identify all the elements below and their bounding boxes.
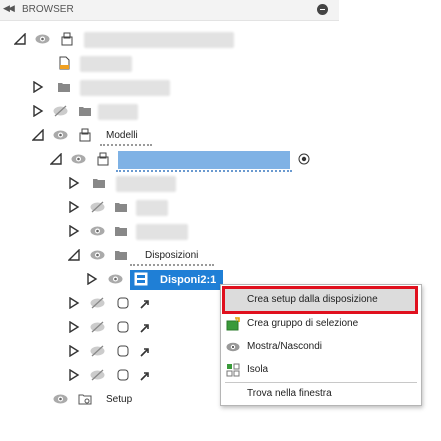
- expand-open-icon[interactable]: [14, 33, 26, 45]
- tree-row-modelli[interactable]: Modelli: [0, 124, 339, 148]
- blurred-name: [98, 104, 138, 120]
- eye-icon[interactable]: [108, 273, 123, 285]
- tree-row-active-model[interactable]: [0, 148, 339, 172]
- dotted-underline: [100, 142, 152, 146]
- body-icon: [117, 369, 129, 381]
- expand-closed-icon[interactable]: [68, 345, 80, 357]
- selection-group-icon: +: [226, 317, 240, 331]
- blurred-name: [80, 56, 132, 72]
- body-icon: [117, 321, 129, 333]
- menu-item-crea-gruppo[interactable]: + Crea gruppo di selezione: [221, 313, 421, 335]
- eye-icon[interactable]: [53, 393, 68, 405]
- menu-item-label: Crea gruppo di selezione: [247, 318, 359, 329]
- components-group-icon: [79, 128, 91, 142]
- menu-item-label: Crea setup dalla disposizione: [247, 294, 378, 305]
- blurred-name: [84, 32, 234, 48]
- link-arrow-icon: [140, 300, 149, 309]
- eye-hidden-icon[interactable]: [90, 201, 105, 213]
- document-icon: [59, 56, 70, 70]
- component-icon: [97, 152, 109, 166]
- menu-item-label: Trova nella finestra: [247, 388, 332, 399]
- folder-icon: [115, 203, 127, 212]
- expand-closed-icon[interactable]: [68, 177, 80, 189]
- context-menu: Crea setup dalla disposizione + Crea gru…: [220, 284, 422, 406]
- expand-closed-icon[interactable]: [32, 81, 44, 93]
- expand-open-icon[interactable]: [32, 129, 44, 141]
- expand-closed-icon[interactable]: [68, 321, 80, 333]
- eye-icon[interactable]: [71, 153, 86, 165]
- expand-open-icon[interactable]: [50, 153, 62, 165]
- eye-hidden-icon[interactable]: [90, 321, 105, 333]
- menu-item-crea-setup[interactable]: Crea setup dalla disposizione: [222, 286, 418, 314]
- menu-item-trova[interactable]: Trova nella finestra: [221, 383, 421, 405]
- link-arrow-icon: [140, 324, 149, 333]
- tree-row-root[interactable]: [0, 28, 339, 52]
- tree-label-setup: Setup: [106, 394, 133, 405]
- activate-radio-icon[interactable]: [298, 153, 310, 165]
- eye-hidden-icon[interactable]: [53, 105, 68, 117]
- blurred-name: [136, 200, 168, 216]
- collapse-panel-icon[interactable]: ◀◀: [3, 3, 15, 14]
- eye-icon: [226, 342, 240, 352]
- tree-label-selected: Disponi2:1: [160, 274, 217, 286]
- eye-hidden-icon[interactable]: [90, 297, 105, 309]
- minimize-icon[interactable]: [317, 4, 328, 15]
- expand-closed-icon[interactable]: [68, 297, 80, 309]
- svg-text:+: +: [235, 318, 239, 324]
- component-icon: [61, 32, 73, 46]
- body-icon: [117, 345, 129, 357]
- blurred-name: [116, 176, 176, 192]
- tree-row-hidden-folder[interactable]: [0, 100, 339, 124]
- body-icon: [117, 297, 129, 309]
- eye-hidden-icon[interactable]: [90, 345, 105, 357]
- folder-icon: [79, 107, 91, 116]
- expand-open-icon[interactable]: [68, 249, 80, 261]
- blurred-name: [136, 224, 188, 240]
- link-arrow-icon: [140, 372, 149, 381]
- dotted-underline: [130, 262, 214, 266]
- eye-icon[interactable]: [90, 249, 105, 261]
- eye-icon[interactable]: [90, 225, 105, 237]
- blurred-name: [80, 80, 170, 96]
- menu-item-label: Mostra/Nascondi: [247, 341, 323, 352]
- tree-row-hidden-folder[interactable]: [0, 196, 339, 220]
- eye-icon[interactable]: [53, 129, 68, 141]
- browser-title: BROWSER: [22, 4, 74, 15]
- expand-closed-icon[interactable]: [86, 273, 98, 285]
- isolate-icon: [226, 363, 240, 377]
- tree-label-modelli: Modelli: [106, 130, 138, 141]
- arrangement-icon: [134, 272, 148, 286]
- tree-row-disposizioni[interactable]: Disposizioni: [0, 244, 339, 268]
- menu-item-isola[interactable]: Isola: [221, 359, 421, 381]
- folder-icon: [115, 227, 127, 236]
- folder-icon: [58, 83, 70, 92]
- tree-row-folder[interactable]: [0, 76, 339, 100]
- folder-icon: [93, 179, 105, 188]
- expand-closed-icon[interactable]: [68, 225, 80, 237]
- expand-closed-icon[interactable]: [68, 369, 80, 381]
- setup-icon: [78, 394, 92, 405]
- active-model-name: [118, 151, 290, 169]
- eye-icon[interactable]: [35, 33, 50, 45]
- expand-closed-icon[interactable]: [32, 105, 44, 117]
- folder-icon: [115, 251, 127, 260]
- expand-closed-icon[interactable]: [68, 201, 80, 213]
- eye-hidden-icon[interactable]: [90, 369, 105, 381]
- browser-header: ◀◀ BROWSER: [0, 0, 339, 21]
- menu-item-label: Isola: [247, 364, 269, 375]
- tree-row-folder[interactable]: [0, 172, 339, 196]
- link-arrow-icon: [140, 348, 149, 357]
- tree-row-document[interactable]: [0, 52, 339, 76]
- menu-item-mostra-nascondi[interactable]: Mostra/Nascondi: [221, 336, 421, 358]
- tree-row-folder[interactable]: [0, 220, 339, 244]
- tree-label-disposizioni: Disposizioni: [145, 250, 199, 261]
